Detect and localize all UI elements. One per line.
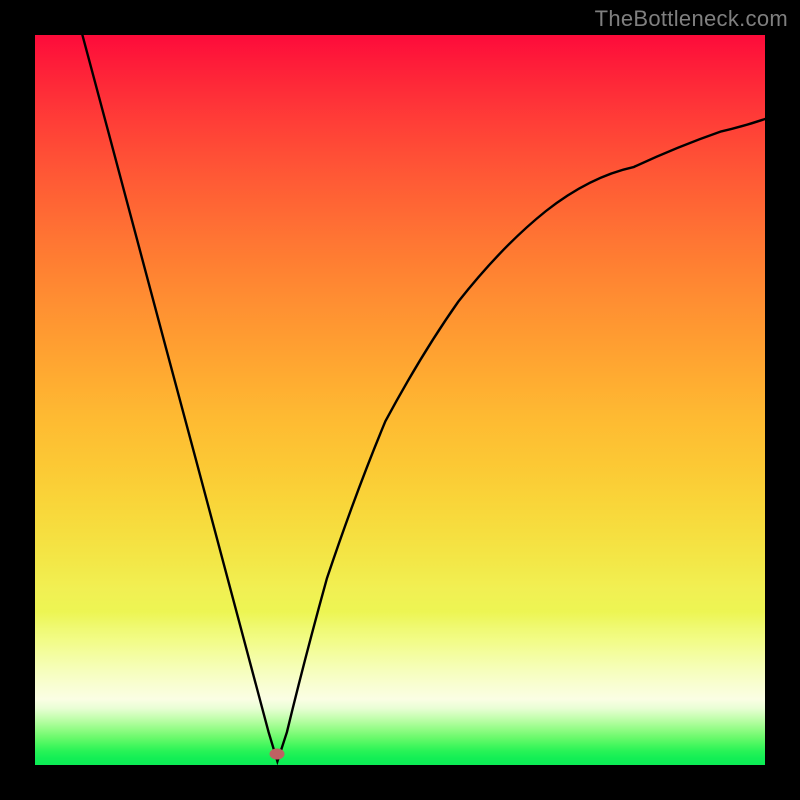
curve-layer — [35, 35, 765, 765]
optimum-marker — [270, 749, 285, 760]
chart-frame: TheBottleneck.com — [0, 0, 800, 800]
bottleneck-curve — [82, 35, 765, 761]
plot-area — [35, 35, 765, 765]
watermark-text: TheBottleneck.com — [595, 6, 788, 32]
